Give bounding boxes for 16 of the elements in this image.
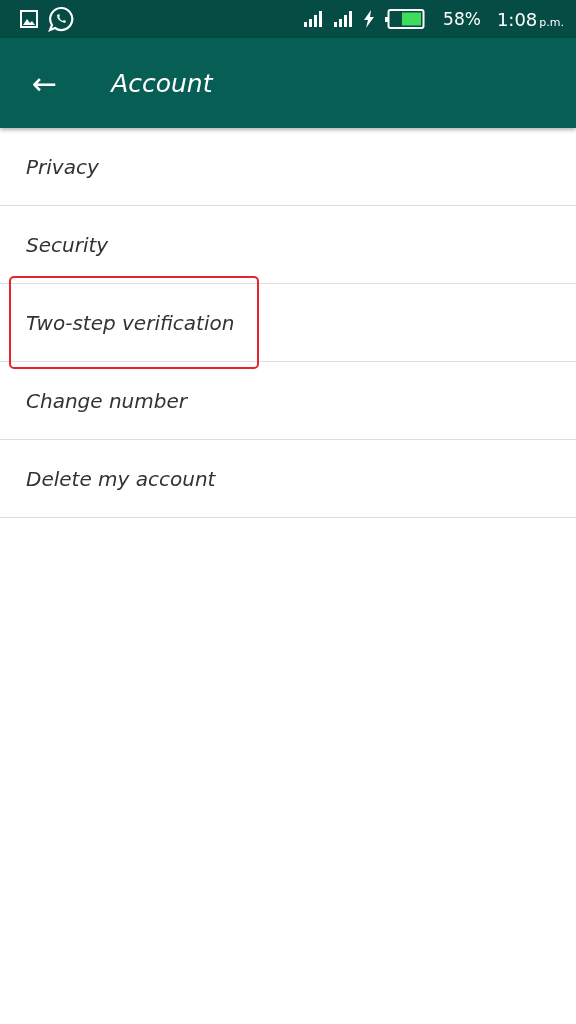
settings-item[interactable]: Security <box>0 206 576 284</box>
signal-icon <box>303 11 324 27</box>
screen-title: Account <box>111 68 213 98</box>
settings-item[interactable]: Privacy <box>0 128 576 206</box>
back-button[interactable]: ← <box>28 65 62 101</box>
charging-icon <box>363 10 376 28</box>
settings-item[interactable]: Delete my account <box>0 440 576 518</box>
chat-bubble-icon <box>48 6 74 32</box>
signal-icon <box>333 11 354 27</box>
image-icon <box>20 10 38 28</box>
battery-icon <box>385 9 426 29</box>
clock-time: 1:08 <box>496 8 538 30</box>
battery-percentage: 58% <box>443 9 481 29</box>
clock-suffix: p.m. <box>539 15 564 29</box>
settings-item[interactable]: Two-step verification <box>0 284 576 362</box>
settings-item[interactable]: Change number <box>0 362 576 440</box>
